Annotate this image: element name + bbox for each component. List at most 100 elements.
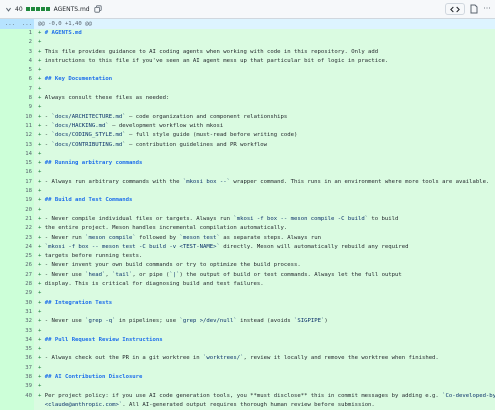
new-line-number[interactable]: 33 — [17, 326, 34, 336]
new-line-number[interactable]: 34 — [17, 335, 34, 346]
new-line-number[interactable]: 36 — [17, 354, 34, 364]
code-token: — full style guide (must-read before wri… — [125, 132, 298, 139]
diff-line: 3 + This file provides guidance to AI cod… — [0, 47, 495, 57]
added-marker: + — [38, 392, 45, 399]
new-line-number[interactable]: 40 — [17, 391, 34, 401]
new-line-number[interactable]: 8 — [17, 94, 34, 104]
old-line-number — [0, 47, 17, 57]
old-line-number — [0, 280, 17, 290]
code-token: - Never invent your own build commands o… — [44, 262, 301, 269]
new-line-number[interactable]: 16 — [17, 168, 34, 178]
new-line-number[interactable]: 12 — [17, 131, 34, 141]
code-token: - Never run — [44, 234, 86, 241]
collapse-chevron-icon[interactable] — [3, 4, 13, 14]
new-line-number[interactable]: 10 — [17, 112, 34, 122]
code-token: , review it locally and remove the workt… — [243, 355, 439, 362]
code-token: <claude@anthropic.com>` — [44, 401, 123, 408]
view-source-button[interactable] — [445, 3, 465, 15]
code-token: — contribution guidelines and PR workflo… — [125, 141, 268, 148]
new-line-number[interactable]: 37 — [17, 363, 34, 373]
old-line-number — [0, 214, 17, 225]
diffstat-block — [45, 7, 50, 11]
diff-line: 1 + # AGENTS.md — [0, 29, 495, 39]
old-line-number — [0, 84, 17, 95]
old-line-number — [0, 140, 17, 150]
new-line-number[interactable]: 23 — [17, 233, 34, 243]
new-line-number[interactable]: 39 — [17, 382, 34, 392]
code-token: `SIGPIPE` — [294, 318, 325, 325]
more-options-button[interactable]: ··· — [483, 3, 491, 15]
new-line-number[interactable]: 29 — [17, 289, 34, 299]
new-line-number[interactable]: 14 — [17, 149, 34, 160]
new-line-number[interactable]: 3 — [17, 47, 34, 57]
code-token: wrapper command. This runs in an environ… — [229, 178, 490, 185]
added-marker: + — [38, 373, 45, 380]
new-line-number[interactable]: 21 — [17, 214, 34, 225]
new-line-number[interactable]: 32 — [17, 317, 34, 327]
code-token: instead (avoids — [236, 318, 295, 325]
new-line-number[interactable]: 22 — [17, 224, 34, 234]
old-line-number — [0, 29, 17, 39]
code-token: `docs/CONTRIBUTING.md` — [51, 141, 126, 148]
old-line-number — [0, 372, 17, 383]
code-token: `docs/CODING_STYLE.md` — [51, 132, 126, 139]
added-marker: + — [38, 336, 45, 343]
line-code: + Per project policy: if you use AI code… — [34, 392, 495, 401]
new-line-number[interactable]: 19 — [17, 196, 34, 206]
new-line-number[interactable]: 7 — [17, 84, 34, 95]
diff-line: 40 + Per project policy: if you use AI co… — [0, 391, 495, 401]
new-line-number[interactable]: 20 — [17, 205, 34, 215]
code-token: - — [44, 141, 52, 148]
code-token: `meson compile` — [85, 234, 136, 241]
new-line-number[interactable]: 5 — [17, 66, 34, 76]
code-token: the entire project. Meson handles increm… — [44, 225, 288, 232]
new-line-number[interactable]: 26 — [17, 261, 34, 271]
new-line-number[interactable]: 27 — [17, 270, 34, 281]
line-code: + - Never invent your own build commands… — [34, 261, 495, 270]
new-line-number[interactable]: 18 — [17, 187, 34, 197]
diffstat-block — [30, 7, 35, 11]
new-line-number[interactable]: 6 — [17, 75, 34, 85]
line-code: + - `docs/CONTRIBUTING.md` — contributio… — [34, 141, 495, 150]
old-line-number — [0, 131, 17, 141]
diff-line: 25 + targets before running tests. — [0, 252, 495, 262]
new-line-number[interactable]: 31 — [17, 307, 34, 318]
line-code: + - Never compile individual files or ta… — [34, 215, 495, 224]
code-token: ## Key Documentation — [44, 76, 113, 83]
new-line-number[interactable]: 30 — [17, 298, 34, 308]
diff-line: 4 + instructions to this file if you've s… — [0, 56, 495, 67]
line-code: + Always consult these files as needed: — [34, 94, 495, 103]
new-line-number[interactable]: 11 — [17, 121, 34, 132]
new-line-number[interactable]: 13 — [17, 140, 34, 150]
new-line-number[interactable]: 15 — [17, 159, 34, 169]
new-line-number[interactable]: 38 — [17, 372, 34, 383]
line-code: + — [34, 206, 495, 215]
expand-down-marker[interactable]: ... — [17, 19, 34, 29]
added-marker: + — [38, 271, 45, 278]
new-line-number[interactable]: 17 — [17, 177, 34, 188]
expand-up-marker[interactable]: ... — [0, 19, 17, 29]
added-marker: + — [38, 188, 42, 195]
line-code: + — [34, 345, 495, 354]
view-rich-diff-button[interactable] — [469, 3, 479, 15]
new-line-number[interactable]: 4 — [17, 56, 34, 67]
line-code: + — [34, 103, 495, 112]
line-code: + — [34, 38, 495, 47]
copy-path-icon[interactable] — [94, 5, 102, 13]
new-line-number[interactable]: 9 — [17, 103, 34, 113]
new-line-number[interactable]: 35 — [17, 345, 34, 355]
code-token: - Always check out the PR in a git workt… — [44, 355, 204, 362]
code-token: Always consult these files as needed: — [44, 95, 170, 102]
new-line-number[interactable] — [17, 400, 34, 410]
new-line-number[interactable]: 24 — [17, 242, 34, 253]
file-name-link[interactable]: AGENTS.md — [54, 6, 90, 13]
diff-line: 13 + - `docs/CONTRIBUTING.md` — contribut… — [0, 140, 495, 150]
code-token: - Never use — [44, 271, 86, 278]
added-marker: + — [38, 234, 45, 241]
old-line-number — [0, 121, 17, 132]
new-line-number[interactable]: 1 — [17, 29, 34, 39]
new-line-number[interactable]: 2 — [17, 38, 34, 48]
new-line-number[interactable]: 28 — [17, 280, 34, 290]
hunk-header: ... ... @@ -0,0 +1,40 @@ — [0, 19, 495, 29]
new-line-number[interactable]: 25 — [17, 252, 34, 262]
